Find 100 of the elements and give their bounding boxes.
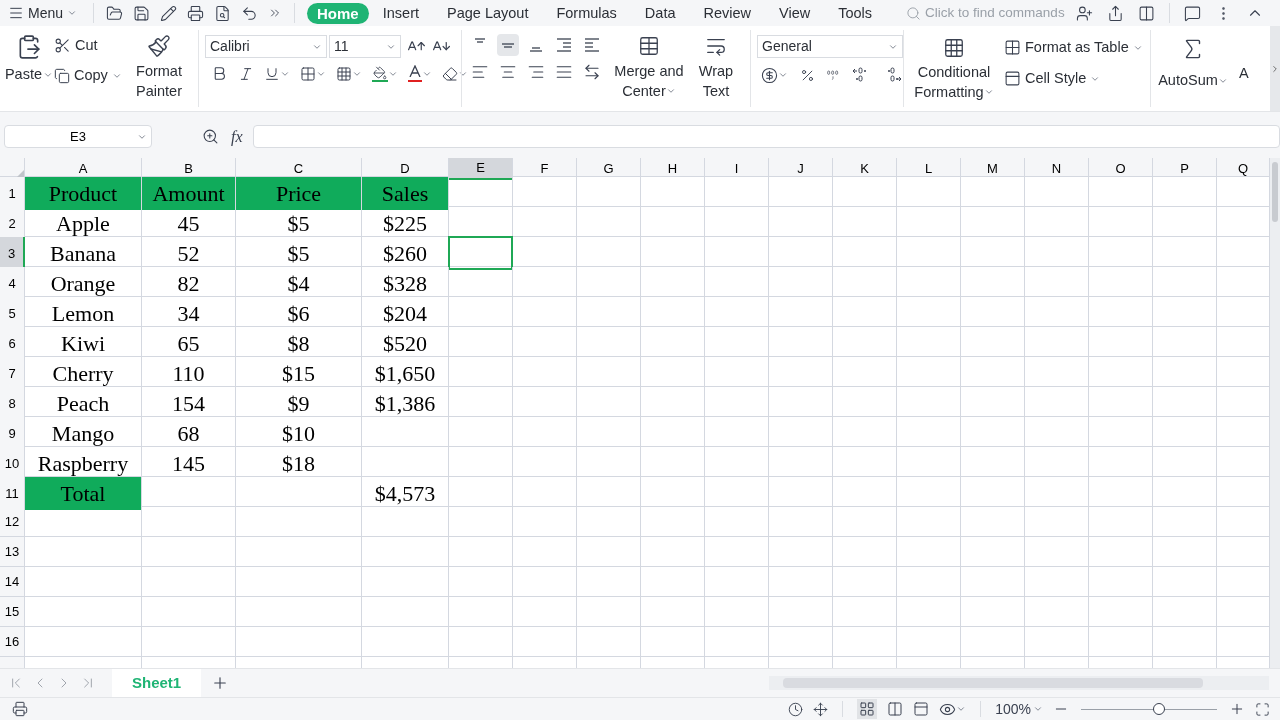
table-cell: 65 — [142, 327, 236, 360]
caret-icon — [778, 70, 788, 80]
eraser-icon[interactable] — [442, 65, 458, 82]
macro-icon[interactable] — [12, 701, 28, 717]
clock-icon[interactable] — [788, 701, 804, 717]
ribbon-tab[interactable]: Data — [634, 2, 686, 24]
column-header[interactable]: L — [897, 158, 961, 180]
table-cell: $5 — [236, 237, 362, 270]
paste-button[interactable]: Paste — [4, 64, 54, 86]
cell-format-icon[interactable] — [336, 65, 352, 82]
align-center-icon[interactable] — [499, 63, 517, 81]
ribbon-tab[interactable]: Tools — [828, 2, 883, 24]
ribbon-tab[interactable]: Formulas — [546, 2, 627, 24]
printer-icon[interactable] — [187, 4, 205, 22]
horizontal-scrollbar[interactable] — [769, 676, 1270, 690]
thousands-separator-icon[interactable] — [827, 67, 839, 83]
pen-icon[interactable] — [160, 4, 178, 22]
column-header[interactable]: H — [641, 158, 705, 180]
table-cell: 154 — [142, 387, 236, 420]
increase-indent-icon[interactable] — [583, 36, 601, 54]
row-header[interactable]: 14 — [0, 567, 25, 596]
underline-icon[interactable] — [264, 65, 280, 82]
copy-icon — [54, 67, 70, 84]
column-header[interactable]: N — [1025, 158, 1089, 180]
row-header[interactable]: 12 — [0, 507, 25, 536]
zoom-slider[interactable] — [1081, 702, 1217, 716]
row-header[interactable]: 13 — [0, 537, 25, 566]
cell-cursor[interactable] — [448, 236, 513, 270]
cut-button[interactable]: Cut — [54, 35, 128, 57]
table-cell: $260 — [362, 237, 449, 270]
cell-style-button[interactable]: Cell Style — [1004, 67, 1150, 90]
zoom-level[interactable]: 100% — [995, 698, 1043, 720]
copy-button[interactable]: Copy — [54, 64, 128, 87]
ribbon-tab[interactable]: View — [769, 2, 821, 24]
font-color-icon[interactable] — [408, 65, 422, 82]
freeze-icon[interactable] — [813, 701, 829, 717]
zoom-icon[interactable] — [202, 128, 219, 145]
print-preview-icon[interactable] — [214, 4, 232, 22]
currency-icon[interactable] — [761, 66, 778, 84]
column-header[interactable]: E — [449, 158, 513, 180]
column-header[interactable]: J — [769, 158, 833, 180]
font-name-field[interactable]: Calibri — [205, 35, 327, 58]
column-header[interactable]: G — [577, 158, 641, 180]
table-cell: 34 — [142, 297, 236, 330]
fullscreen-icon[interactable] — [1255, 701, 1270, 717]
italic-icon[interactable] — [238, 65, 254, 82]
column-header[interactable]: P — [1153, 158, 1217, 180]
zoom-in-icon[interactable] — [1229, 701, 1245, 717]
table-cell: 45 — [142, 207, 236, 240]
borders-icon[interactable] — [300, 65, 316, 82]
column-header[interactable]: M — [961, 158, 1025, 180]
table-cell: Amount — [142, 177, 236, 210]
row-header[interactable]: 15 — [0, 597, 25, 626]
table-cell: $225 — [362, 207, 449, 240]
table-cell: Price — [236, 177, 362, 210]
ribbon-tab[interactable]: Review — [693, 2, 762, 24]
function-label[interactable]: fx — [231, 124, 243, 149]
percent-icon[interactable] — [800, 67, 815, 83]
ribbon-tab[interactable]: Page Layout — [437, 2, 539, 24]
formula-input[interactable] — [252, 125, 1280, 148]
menu-button[interactable]: Menu — [0, 0, 86, 26]
scroll-right-icon[interactable] — [1270, 63, 1280, 74]
format-painter-button[interactable]: Format Painter — [128, 26, 190, 111]
save-icon[interactable] — [133, 4, 151, 22]
table-cell: 52 — [142, 237, 236, 270]
conditional-formatting-button[interactable]: Conditional Formatting — [904, 26, 1004, 111]
table-cell: $328 — [362, 267, 449, 300]
comment-icon[interactable] — [1184, 4, 1201, 22]
align-right-icon[interactable] — [527, 63, 545, 81]
page-layout-view-icon[interactable] — [887, 701, 904, 717]
column-header[interactable]: I — [705, 158, 769, 180]
align-left-icon[interactable] — [471, 63, 489, 81]
panel-icon[interactable] — [1138, 4, 1155, 22]
page-break-view-icon[interactable] — [913, 701, 930, 717]
column-header[interactable]: K — [833, 158, 897, 180]
fill-color-icon[interactable] — [372, 65, 388, 82]
table-cell: $15 — [236, 357, 362, 390]
name-box[interactable]: E3 — [4, 125, 152, 148]
table-cell: 68 — [142, 417, 236, 450]
autosum-button[interactable]: AutoSum — [1151, 26, 1235, 111]
font-size-field[interactable]: 11 — [329, 35, 401, 58]
share-icon[interactable] — [1107, 4, 1124, 22]
wrap-text-button[interactable]: Wrap Text — [690, 26, 742, 111]
vertical-scrollbar[interactable] — [1270, 158, 1280, 668]
justify-icon[interactable] — [555, 63, 573, 81]
add-user-icon[interactable] — [1076, 4, 1093, 22]
column-header[interactable]: O — [1089, 158, 1153, 180]
column-header[interactable]: F — [513, 158, 577, 180]
zoom-slider-thumb[interactable] — [1152, 703, 1165, 715]
normal-view-button[interactable] — [857, 699, 878, 719]
decrease-indent-icon[interactable] — [555, 36, 573, 54]
table-grid-icon — [943, 37, 965, 59]
row-header[interactable]: 16 — [0, 627, 25, 656]
undo-icon[interactable] — [241, 4, 259, 22]
open-folder-icon[interactable] — [106, 4, 124, 22]
format-as-table-button[interactable]: Format as Table — [1004, 37, 1150, 59]
ribbon-tab[interactable]: Insert — [372, 2, 429, 24]
merge-and-center-button[interactable]: Merge and Center — [608, 26, 690, 111]
distribute-icon[interactable] — [583, 63, 601, 81]
number-format-field[interactable]: General — [757, 35, 903, 58]
